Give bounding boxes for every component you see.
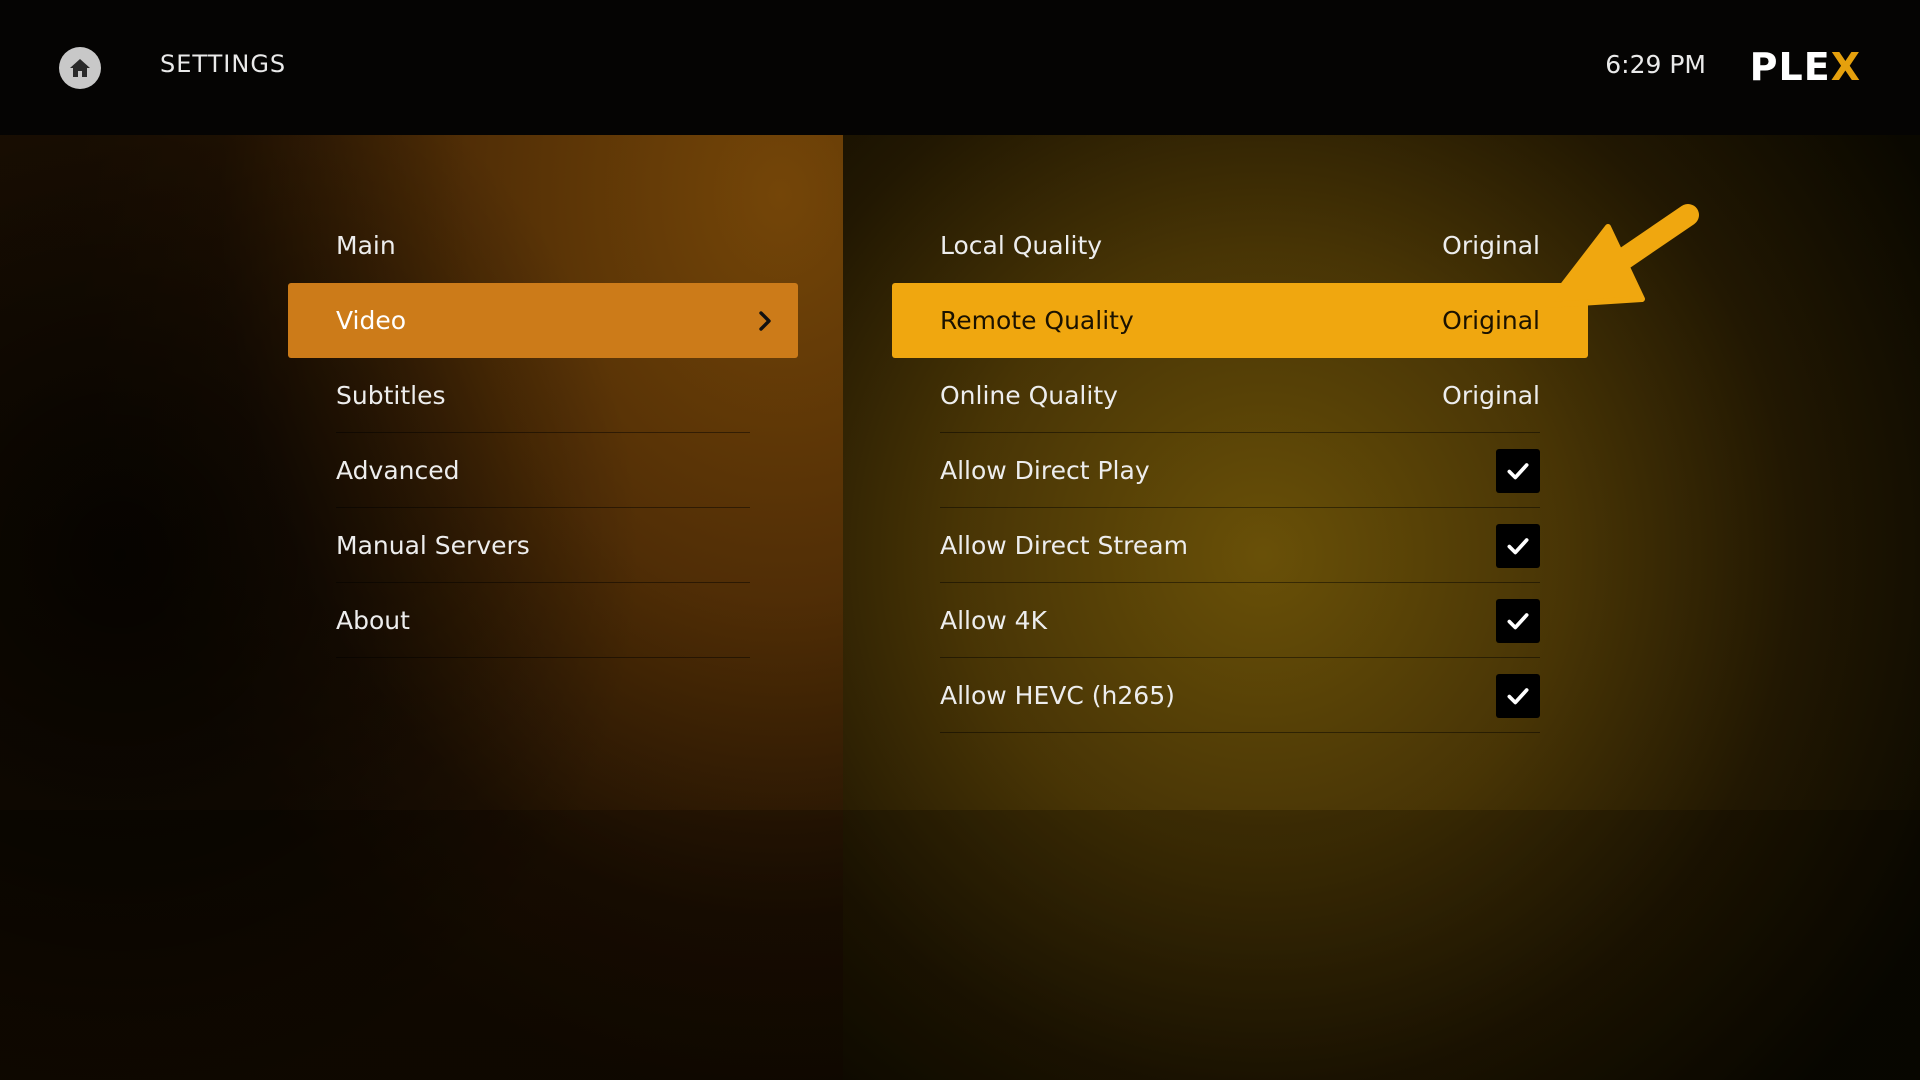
checkmark-icon: [1507, 537, 1529, 554]
checkbox-checked[interactable]: [1496, 673, 1540, 718]
page-title: SETTINGS: [160, 50, 287, 78]
home-button[interactable]: [59, 47, 101, 89]
menu-item-label: Main: [336, 231, 396, 260]
setting-label: Online Quality: [940, 381, 1118, 410]
setting-label: Allow Direct Stream: [940, 531, 1188, 560]
checkbox-checked[interactable]: [1496, 523, 1540, 568]
setting-label: Remote Quality: [940, 306, 1134, 335]
setting-allow-hevc[interactable]: Allow HEVC (h265): [892, 658, 1588, 733]
plex-logo: PLEX: [1750, 45, 1861, 89]
menu-item-about[interactable]: About: [288, 583, 798, 658]
menu-item-label: Video: [336, 306, 407, 335]
menu-item-subtitles[interactable]: Subtitles: [288, 358, 798, 433]
clock: 6:29 PM: [1605, 50, 1706, 79]
top-bar: SETTINGS 6:29 PM PLEX: [0, 0, 1920, 135]
menu-item-advanced[interactable]: Advanced: [288, 433, 798, 508]
menu-item-label: About: [336, 606, 410, 635]
checkbox-checked[interactable]: [1496, 448, 1540, 493]
home-icon: [70, 59, 90, 77]
setting-online-quality[interactable]: Online Quality Original: [892, 358, 1588, 433]
setting-value: Original: [1442, 381, 1540, 410]
setting-label: Allow 4K: [940, 606, 1047, 635]
checkmark-icon: [1507, 687, 1529, 704]
checkmark-icon: [1507, 462, 1529, 479]
settings-category-menu: Main Video Subtitles Advanced Manual Ser…: [288, 208, 798, 658]
setting-label: Local Quality: [940, 231, 1103, 260]
annotation-arrow-icon: [1545, 204, 1699, 308]
menu-item-manual-servers[interactable]: Manual Servers: [288, 508, 798, 583]
menu-item-main[interactable]: Main: [288, 208, 798, 283]
logo-accent: X: [1830, 45, 1861, 89]
bottom-shade: [0, 810, 1920, 1080]
checkbox-checked[interactable]: [1496, 598, 1540, 643]
chevron-right-icon: [759, 310, 771, 331]
setting-label: Allow HEVC (h265): [940, 681, 1175, 710]
setting-remote-quality[interactable]: Remote Quality Original: [892, 283, 1588, 358]
setting-label: Allow Direct Play: [940, 456, 1150, 485]
setting-local-quality[interactable]: Local Quality Original: [892, 208, 1588, 283]
setting-allow-4k[interactable]: Allow 4K: [892, 583, 1588, 658]
setting-allow-direct-play[interactable]: Allow Direct Play: [892, 433, 1588, 508]
logo-text: PLE: [1749, 45, 1831, 89]
video-settings-list: Local Quality Original Remote Quality Or…: [892, 208, 1588, 733]
divider: [336, 657, 750, 658]
checkmark-icon: [1507, 612, 1529, 629]
setting-value: Original: [1442, 306, 1540, 335]
menu-item-label: Subtitles: [336, 381, 446, 410]
menu-item-video[interactable]: Video: [288, 283, 798, 358]
divider: [940, 732, 1540, 733]
plex-settings-screen: SETTINGS 6:29 PM PLEX Main Video Subtitl…: [0, 0, 1920, 1080]
menu-item-label: Manual Servers: [336, 531, 530, 560]
menu-item-label: Advanced: [336, 456, 460, 485]
setting-allow-direct-stream[interactable]: Allow Direct Stream: [892, 508, 1588, 583]
setting-value: Original: [1442, 231, 1540, 260]
